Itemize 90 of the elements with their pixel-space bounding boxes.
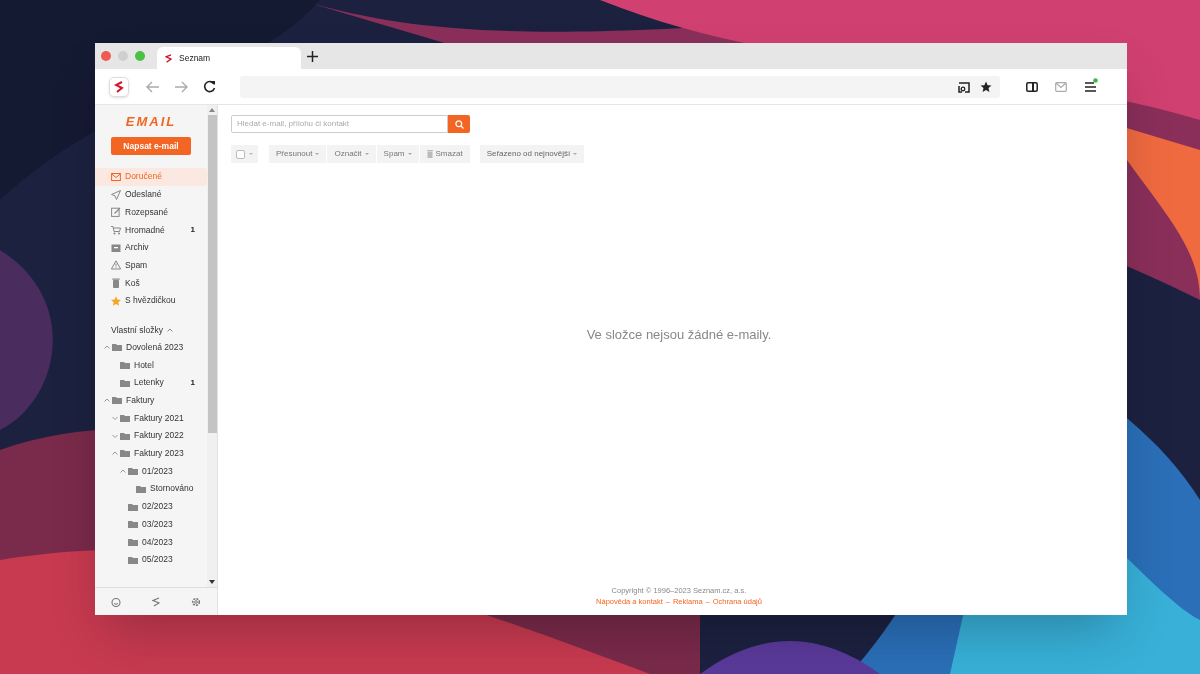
caret-icon: [364, 153, 369, 155]
folder-label: 04/2023: [142, 535, 174, 549]
star-icon: [111, 295, 121, 306]
forward-icon[interactable]: [174, 80, 188, 93]
toolbar-button[interactable]: Označit: [327, 145, 376, 163]
folder-label: Letenky: [134, 376, 165, 390]
folder-label: 02/2023: [142, 500, 174, 513]
folder-label: Faktury 2023: [134, 447, 185, 460]
folder-label: S hvězdičkou: [125, 294, 177, 308]
envelope-icon: [111, 171, 121, 182]
folder-label: Rozepsané: [125, 205, 169, 219]
folder-tree-item[interactable]: Faktury 2021: [95, 409, 207, 427]
paper-plane-icon: [111, 189, 121, 200]
folder-label: 05/2023: [142, 553, 174, 566]
archive-icon: [111, 242, 121, 253]
folder-tree-item[interactable]: Stornováno: [95, 480, 207, 498]
folder-tree-item[interactable]: 03/2023: [95, 515, 207, 534]
settings-icon[interactable]: [191, 596, 202, 607]
folder-tree-item[interactable]: Letenky 1: [95, 373, 207, 392]
mail-icon[interactable]: [1055, 81, 1067, 92]
scrollbar-thumb[interactable]: [207, 115, 217, 433]
caret-icon: [573, 153, 578, 155]
toolbar-button[interactable]: Spam: [376, 145, 419, 163]
cart-icon: [111, 224, 121, 235]
folder-label: Archiv: [125, 241, 150, 254]
new-tab-icon[interactable]: [307, 50, 318, 62]
folder-item[interactable]: Rozepsané: [95, 203, 207, 222]
folder-item[interactable]: Spam: [95, 256, 207, 275]
trash-icon: [426, 150, 433, 158]
select-all-checkbox[interactable]: [231, 145, 258, 163]
folder-label: Dovolená 2023: [126, 340, 185, 354]
back-icon[interactable]: [146, 80, 160, 93]
custom-folders-heading[interactable]: Vlastní složky: [111, 321, 207, 339]
folder-label: Hotel: [134, 358, 155, 372]
bookmark-star-icon[interactable]: [980, 80, 992, 93]
folder-label: Spam: [125, 258, 149, 272]
maximize-window-button[interactable]: [135, 51, 145, 61]
folder-tree-item[interactable]: Dovolená 2023: [95, 338, 207, 357]
reload-icon[interactable]: [203, 80, 216, 93]
folder-label: Faktury 2022: [134, 429, 185, 443]
scroll-up-icon[interactable]: [209, 108, 215, 112]
close-window-button[interactable]: [101, 51, 111, 61]
menu-icon[interactable]: [1084, 77, 1098, 92]
seznam-logo-icon: [165, 53, 172, 63]
folder-item[interactable]: Hromadné 1: [95, 221, 207, 239]
folder-label: Doručené: [125, 170, 163, 184]
edit-icon: [111, 207, 121, 218]
empty-folder-message: Ve složce nejsou žádné e-maily.: [586, 326, 772, 344]
folder-label: Stornováno: [150, 482, 195, 496]
sort-dropdown[interactable]: Seřazeno od nejnovější: [479, 145, 585, 163]
unread-count: 1: [190, 223, 195, 236]
section-heading: Vlastní složky: [111, 323, 163, 337]
sidebar-toggle-icon[interactable]: [1026, 81, 1038, 92]
folder-label: Faktury 2021: [134, 411, 185, 425]
folder-tree-item[interactable]: Faktury 2023: [95, 444, 207, 463]
caret-icon: [249, 153, 253, 155]
folder-tree-item[interactable]: 02/2023: [95, 497, 207, 516]
search-icon: [454, 119, 464, 129]
tab-title: Seznam: [179, 51, 211, 65]
folder-tree-item[interactable]: Hotel: [95, 356, 207, 374]
caret-icon: [407, 153, 412, 155]
folder-tree-item[interactable]: 05/2023: [95, 550, 207, 569]
folder-tree-item[interactable]: 01/2023: [95, 462, 207, 480]
warning-icon: [111, 260, 121, 271]
scrollbar[interactable]: [207, 105, 217, 587]
folder-item[interactable]: S hvězdičkou: [95, 291, 207, 310]
seznam-icon[interactable]: [152, 596, 160, 607]
folder-label: 03/2023: [142, 517, 174, 531]
folder-tree-item[interactable]: Faktury: [95, 391, 207, 410]
caret-icon: [315, 153, 320, 155]
scroll-down-icon[interactable]: [209, 580, 215, 584]
unread-count: 1: [190, 376, 195, 389]
folder-label: Koš: [125, 276, 141, 290]
toolbar-button[interactable]: Smazat: [419, 145, 470, 163]
seznam-logo-icon[interactable]: [109, 76, 129, 97]
folder-tree-item[interactable]: Faktury 2022: [95, 426, 207, 445]
folder-item[interactable]: Koš: [95, 274, 207, 292]
folder-label: 01/2023: [142, 464, 174, 478]
folder-label: Faktury: [126, 394, 156, 407]
trash-icon: [111, 277, 121, 288]
folder-item[interactable]: Odeslané: [95, 185, 207, 204]
reader-icon[interactable]: [958, 80, 970, 93]
folder-label: Odeslané: [125, 188, 163, 201]
folder-label: Hromadné: [125, 223, 166, 237]
browser-tab[interactable]: Seznam: [157, 47, 301, 69]
folder-item[interactable]: Archiv: [95, 238, 207, 257]
search-button[interactable]: [448, 115, 470, 133]
face-icon[interactable]: [110, 596, 121, 607]
folder-tree-item[interactable]: 04/2023: [95, 533, 207, 551]
toolbar-button[interactable]: Přesunout: [269, 145, 327, 163]
